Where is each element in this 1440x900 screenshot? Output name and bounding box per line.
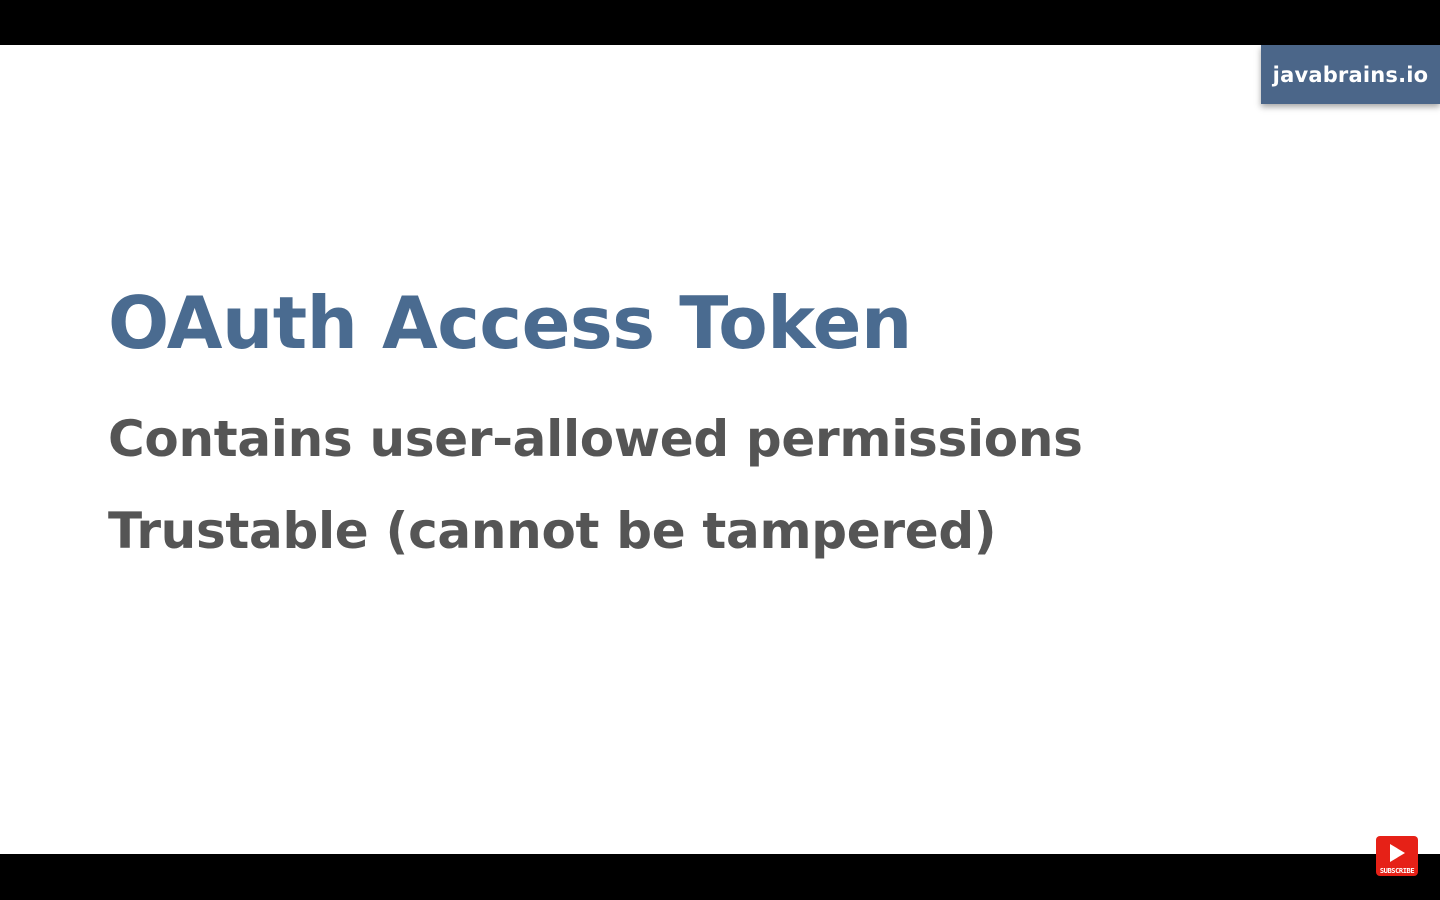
subscribe-button[interactable]: SUBSCRIBE [1376, 836, 1418, 876]
presentation-slide: javabrains.io OAuth Access Token Contain… [0, 45, 1440, 854]
play-icon [1389, 844, 1405, 862]
slide-bullet: Contains user-allowed permissions [108, 410, 1083, 468]
letterbox-top [0, 0, 1440, 45]
slide-bullet: Trustable (cannot be tampered) [108, 502, 997, 560]
slide-bullet-list: Contains user-allowed permissions Trusta… [108, 393, 1083, 577]
slide-title: OAuth Access Token [108, 281, 912, 365]
letterbox-bottom [0, 854, 1440, 900]
brand-label: javabrains.io [1272, 62, 1429, 87]
subscribe-label: SUBSCRIBE [1379, 867, 1415, 875]
video-player[interactable]: javabrains.io OAuth Access Token Contain… [0, 0, 1440, 900]
brand-badge: javabrains.io [1261, 45, 1440, 104]
